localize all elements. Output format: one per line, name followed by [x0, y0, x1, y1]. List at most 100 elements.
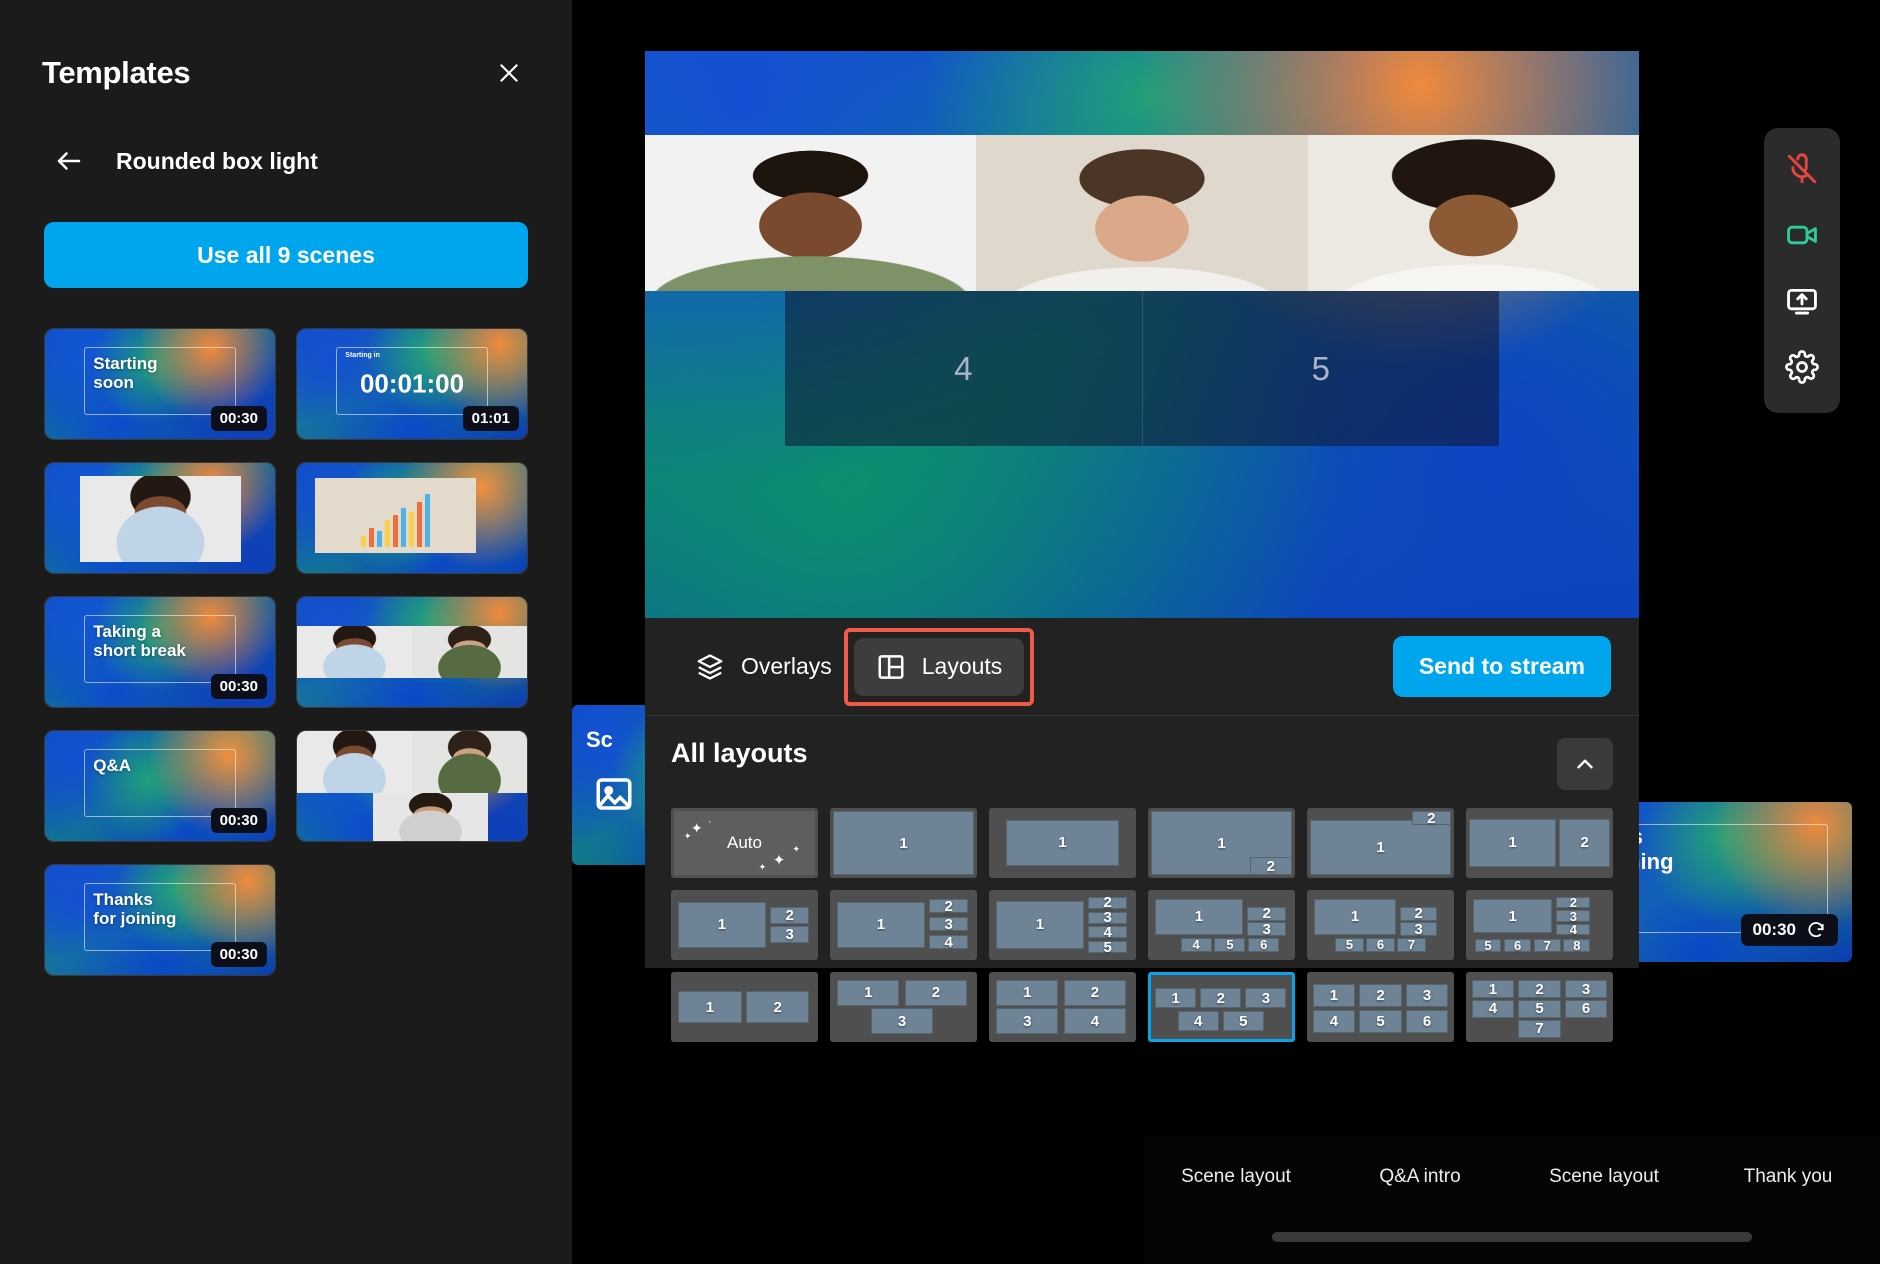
template-thumbnail[interactable]: [296, 730, 528, 842]
layout-cell: 4: [1087, 924, 1128, 941]
tab-layouts[interactable]: Layouts: [853, 637, 1025, 696]
scene-strip-scrollbar[interactable]: [1272, 1232, 1752, 1242]
layout-cell: 3: [1245, 987, 1287, 1009]
participant-tile-1[interactable]: [645, 135, 977, 291]
thumbnail-timer: 00:01:00: [359, 368, 465, 399]
layout-cell: 2: [904, 980, 967, 1006]
layers-icon: [697, 653, 723, 680]
stage-preview: 4 5: [645, 51, 1639, 618]
close-sidebar-button[interactable]: [488, 52, 530, 94]
template-thumbnail[interactable]: [44, 462, 276, 574]
layout-cell: 3: [928, 916, 969, 933]
layout-option-1-2-over-3[interactable]: 123: [830, 972, 977, 1042]
background-scene-left-label: Sc: [586, 727, 613, 752]
use-all-scenes-button[interactable]: Use all 9 scenes: [44, 222, 528, 288]
layout-option-1-plus-2-5[interactable]: 12345: [989, 890, 1136, 960]
share-screen-button[interactable]: [1775, 276, 1829, 326]
scene-tab[interactable]: Q&A intro: [1328, 1166, 1512, 1188]
refresh-icon[interactable]: [1806, 920, 1826, 940]
layout-option-1-plus-2-3[interactable]: 12 3: [671, 890, 818, 960]
template-thumbnail[interactable]: [296, 596, 528, 708]
scene-tab[interactable]: Thank you: [1696, 1166, 1880, 1188]
sparkle-icon: ✦: [792, 844, 800, 855]
preview-participant-row: [645, 135, 1639, 291]
layout-cell: 4: [1180, 937, 1212, 952]
layout-cell: 6: [1564, 999, 1608, 1018]
panel-tab-bar: Overlays Layouts Send to stream: [645, 618, 1639, 716]
layout-option-1-pip-2-br[interactable]: 12: [1148, 808, 1295, 878]
template-thumbnail[interactable]: Starting in 00:01:00 01:01: [296, 328, 528, 440]
layout-cell: 1: [1473, 899, 1553, 933]
layout-cell: 8: [1563, 938, 1591, 953]
participant-tile-3[interactable]: [1307, 135, 1639, 291]
send-to-stream-button[interactable]: Send to stream: [1392, 636, 1611, 697]
participant-tile-2[interactable]: [976, 135, 1308, 291]
template-thumbnail[interactable]: Thanks for joining 00:30: [44, 864, 276, 976]
layout-cell: 2: [745, 991, 810, 1023]
layout-option-full-1[interactable]: 1: [830, 808, 977, 878]
layout-cell: 1: [1314, 899, 1396, 935]
layout-option-1-2-split[interactable]: 12: [671, 972, 818, 1042]
thumbnail-timer-badge: 00:30: [210, 674, 267, 699]
layout-cell: 6: [1366, 937, 1395, 952]
layout-cell: 6: [1405, 1009, 1449, 1033]
participant-photo: [645, 135, 977, 291]
layout-cell: 1: [678, 991, 742, 1023]
layout-option-1-2-3-over-4-7[interactable]: 123 567: [1307, 890, 1454, 960]
layout-cell: 2: [1249, 857, 1292, 875]
sidebar-header: Templates: [0, 0, 572, 94]
layout-cell: 7: [1533, 938, 1561, 953]
microphone-muted-icon: [1787, 153, 1817, 184]
layout-cell: 5: [1359, 1009, 1402, 1033]
back-button[interactable]: [52, 146, 86, 176]
layout-cell: 1: [678, 901, 766, 949]
template-thumbnail[interactable]: Q&A 00:30: [44, 730, 276, 842]
layout-option-3-over-2[interactable]: 123 45: [1148, 972, 1295, 1042]
layout-cell: 1: [1155, 899, 1243, 935]
image-icon: [596, 778, 632, 810]
layout-option-2x2-grid[interactable]: 1234: [989, 972, 1136, 1042]
tab-overlays[interactable]: Overlays: [673, 638, 854, 696]
participant-photo: [1307, 135, 1639, 291]
stage-controls-rail: [1764, 128, 1840, 413]
stage-area: Sc Thanksfor joining 00:30: [572, 0, 1880, 1264]
participant-photo: [976, 135, 1308, 291]
scene-tab[interactable]: Scene layout: [1144, 1166, 1328, 1188]
layout-cell: 5: [1214, 937, 1246, 952]
collapse-panel-button[interactable]: [1557, 738, 1613, 790]
layout-option-3x2-grid[interactable]: 123 456: [1307, 972, 1454, 1042]
layout-option-1-plus-2-3-4[interactable]: 1234: [830, 890, 977, 960]
preview-placeholder-row: 4 5: [785, 291, 1499, 446]
page-title: Templates: [42, 55, 191, 90]
template-thumbnail[interactable]: [296, 462, 528, 574]
scene-tab[interactable]: Scene layout: [1512, 1166, 1696, 1188]
layout-option-1-2-3-over-4-5-6[interactable]: 123 456: [1148, 890, 1295, 960]
layout-cell: 2: [1518, 980, 1561, 999]
layout-cell: 1: [1006, 819, 1119, 867]
layout-option-3-3-1-grid[interactable]: 123 4567: [1466, 972, 1613, 1042]
template-thumbnail[interactable]: Taking a short break 00:30: [44, 596, 276, 708]
settings-button[interactable]: [1775, 342, 1829, 392]
layout-cell: 3: [871, 1008, 934, 1034]
layout-cell: 7: [1397, 937, 1426, 952]
placeholder-slot-5[interactable]: 5: [1142, 291, 1499, 446]
thumbnail-title: Starting soon: [93, 354, 158, 393]
layout-cell: 4: [1556, 922, 1591, 937]
layout-option-1-8-grid[interactable]: 1234 5678: [1466, 890, 1613, 960]
placeholder-slot-4[interactable]: 4: [785, 291, 1143, 446]
layout-cell: 2: [1559, 818, 1610, 868]
camera-button[interactable]: [1775, 210, 1829, 260]
layout-cell: 2: [1200, 987, 1242, 1009]
layout-option-auto[interactable]: Auto ✦ · ✦ ✦ ✦ ✦: [671, 808, 818, 878]
template-thumbnail[interactable]: Starting soon 00:30: [44, 328, 276, 440]
thumbnail-small-label: Starting in: [345, 352, 380, 360]
layout-cell: 1: [1469, 818, 1557, 868]
layout-option-1-2-side[interactable]: 12: [1466, 808, 1613, 878]
layout-cell: 6: [1248, 937, 1280, 952]
microphone-muted-button[interactable]: [1775, 144, 1829, 194]
tab-overlays-label: Overlays: [741, 653, 832, 679]
layout-option-1-pip-2-tr[interactable]: 12: [1307, 808, 1454, 878]
layout-cell: 5: [1222, 1010, 1264, 1032]
scene-label-row: Scene layout Q&A intro Scene layout Thank y…: [1144, 1166, 1880, 1188]
layout-option-inset-1[interactable]: 1: [989, 808, 1136, 878]
